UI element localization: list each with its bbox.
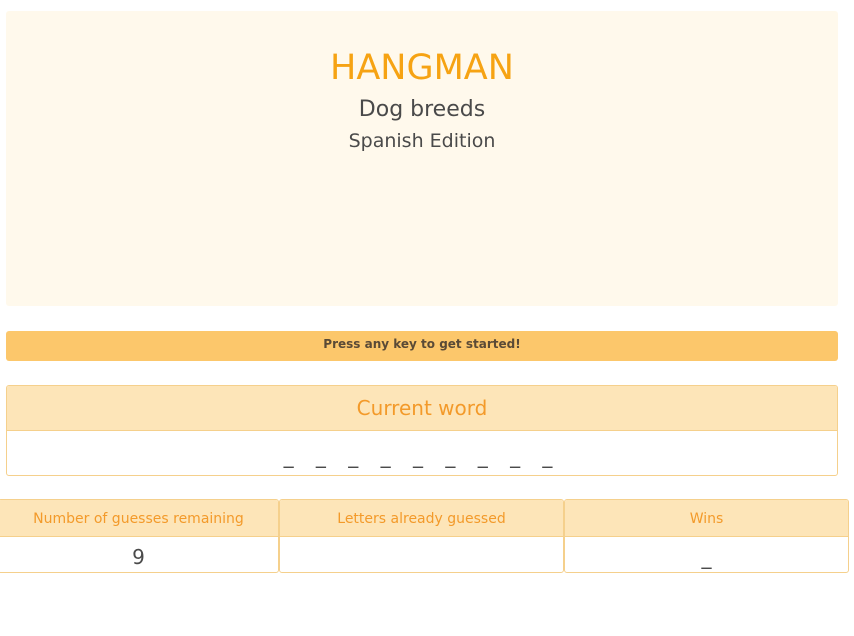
current-word-value: _ _ _ _ _ _ _ _ _ xyxy=(283,444,561,468)
start-alert: Press any key to get started! xyxy=(6,331,838,361)
guesses-remaining-label: Number of guesses remaining xyxy=(0,500,278,537)
guesses-remaining-value: 9 xyxy=(132,545,145,569)
letters-guessed-value xyxy=(280,537,563,572)
current-word-panel: Current word _ _ _ _ _ _ _ _ _ xyxy=(6,385,838,476)
wins-panel: Wins _ xyxy=(564,499,849,573)
letters-guessed-label: Letters already guessed xyxy=(280,500,563,537)
current-word-label: Current word xyxy=(7,386,837,431)
guesses-remaining-panel: Number of guesses remaining 9 xyxy=(0,499,279,573)
header-jumbotron: HANGMAN Dog breeds Spanish Edition xyxy=(6,11,838,306)
game-title: HANGMAN xyxy=(330,48,514,88)
letters-guessed-panel: Letters already guessed xyxy=(279,499,564,573)
wins-value: _ xyxy=(701,545,712,569)
wins-label: Wins xyxy=(565,500,848,537)
game-page: HANGMAN Dog breeds Spanish Edition Press… xyxy=(0,0,854,636)
game-edition: Spanish Edition xyxy=(348,130,496,152)
game-subtitle: Dog breeds xyxy=(358,97,486,122)
